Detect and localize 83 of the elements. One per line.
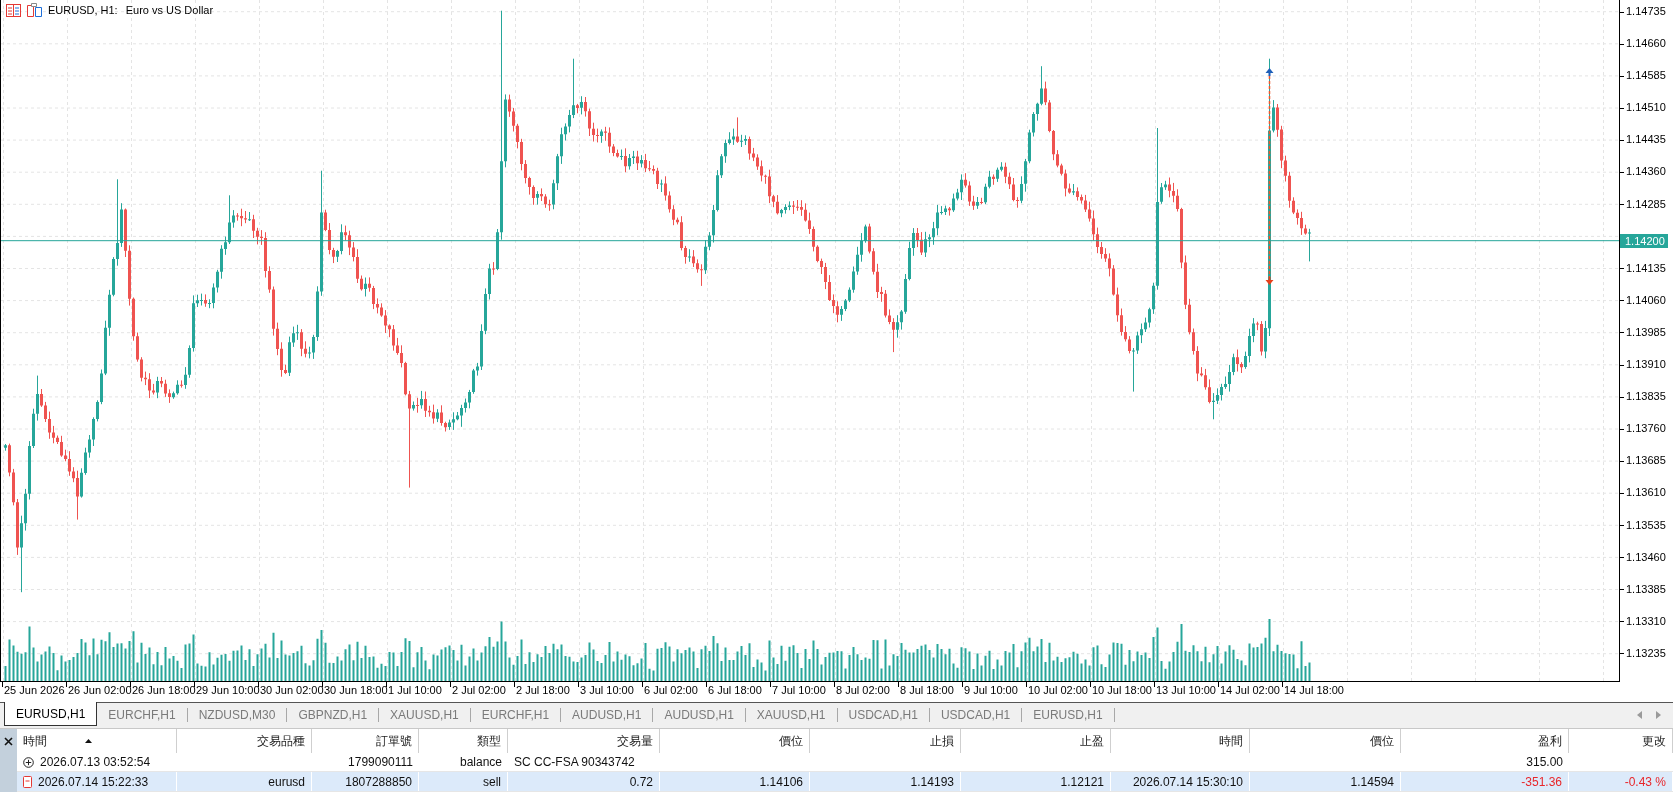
price-label: 1.13760 — [1626, 422, 1666, 436]
chart-tab[interactable]: EURUSD,H1 — [4, 702, 98, 726]
price-label: 1.13460 — [1626, 550, 1666, 564]
time-label: 8 Jul 02:00 — [836, 684, 890, 697]
current-price-tag: 1.14200 — [1620, 233, 1668, 248]
price-label: 1.14285 — [1626, 197, 1666, 211]
time-label: 30 Jun 18:00 — [324, 684, 388, 697]
time-label: 7 Jul 10:00 — [772, 684, 826, 697]
table-cell: balance — [459, 755, 502, 769]
table-cell: 2026.07.13 03:52:54 — [40, 755, 151, 769]
table-cell: 0.72 — [629, 774, 653, 789]
table-cell: sell — [483, 774, 501, 789]
time-label: 8 Jul 18:00 — [900, 684, 954, 697]
chart-tab[interactable]: EURCHF,H1 — [97, 704, 187, 726]
price-label: 1.13535 — [1626, 518, 1666, 532]
chart-tab[interactable]: USDCAD,H1 — [837, 704, 929, 726]
table-cell: 1807288850 — [345, 774, 412, 789]
table-cell: -0.43 % — [1624, 774, 1666, 789]
time-label: 26 Jun 18:00 — [132, 684, 196, 697]
chart-tab[interactable]: USDCAD,H1 — [929, 704, 1022, 726]
table-cell: -351.36 — [1521, 774, 1562, 789]
chart-symbol: EURUSD, H1: — [48, 3, 118, 17]
price-label: 1.14360 — [1626, 165, 1666, 179]
time-label: 6 Jul 02:00 — [644, 684, 698, 697]
time-label: 14 Jul 18:00 — [1284, 684, 1344, 697]
price-label: 1.13235 — [1626, 646, 1666, 660]
time-label: 2 Jul 18:00 — [516, 684, 570, 697]
price-label: 1.14585 — [1626, 69, 1666, 83]
price-label: 1.13685 — [1626, 454, 1666, 468]
scroll-right-icon[interactable] — [1656, 711, 1661, 719]
price-label: 1.14660 — [1626, 37, 1666, 51]
price-label: 1.13310 — [1626, 614, 1666, 628]
document-icon — [23, 775, 32, 788]
chart-tab[interactable]: EURUSD,H1 — [1022, 704, 1114, 726]
table-cell: 1.14594 — [1350, 774, 1394, 789]
price-label: 1.13610 — [1626, 486, 1666, 500]
time-label: 1 Jul 10:00 — [388, 684, 442, 697]
price-label: 1.13910 — [1626, 358, 1666, 372]
price-label: 1.14510 — [1626, 101, 1666, 115]
time-label: 26 Jun 02:00 — [68, 684, 132, 697]
time-label: 29 Jun 10:00 — [196, 684, 260, 697]
time-label: 13 Jul 10:00 — [1156, 684, 1216, 697]
time-label: 3 Jul 10:00 — [580, 684, 634, 697]
close-icon[interactable] — [4, 737, 13, 746]
table-cell: 1799090111 — [348, 755, 413, 769]
scroll-left-icon[interactable] — [1637, 711, 1642, 719]
chart-tab[interactable]: XAUUSD,H1 — [745, 704, 837, 726]
table-icon — [6, 3, 21, 17]
table-cell: 315.00 — [1526, 755, 1563, 769]
chart-tab[interactable]: AUDUSD,H1 — [653, 704, 745, 726]
table-cell: eurusd — [268, 774, 305, 789]
price-label: 1.13385 — [1626, 582, 1666, 596]
table-cell: 2026.07.14 15:30:10 — [1132, 774, 1243, 789]
chart-description: Euro vs US Dollar — [125, 3, 214, 17]
chart-tab[interactable]: EURCHF,H1 — [470, 704, 561, 726]
price-label: 1.14135 — [1626, 261, 1666, 275]
time-label: 14 Jul 02:00 — [1220, 684, 1280, 697]
up-arrow-icon — [1265, 68, 1274, 77]
chart-tab[interactable]: AUDUSD,H1 — [561, 704, 653, 726]
table-cell: 1.12121 — [1060, 774, 1104, 789]
comment-text: SC CC-FSA 90343742 — [514, 755, 635, 769]
price-label: 1.14060 — [1626, 293, 1666, 307]
documents-icon — [27, 3, 42, 17]
plus-circle-icon — [23, 756, 34, 768]
table-row[interactable]: 2026.07.14 15:22:33 eurusd 1807288850 sell 0.72 1.14106 1.14193 1.12121 2026.07.14 15:30:10 1.14594 -351.36 -0.43 % — [17, 772, 1673, 792]
time-label: 9 Jul 10:00 — [964, 684, 1018, 697]
price-label: 1.13835 — [1626, 390, 1666, 404]
time-label: 2 Jul 02:00 — [452, 684, 506, 697]
table-cell: 2026.07.14 15:22:33 — [38, 774, 149, 789]
time-label: 10 Jul 18:00 — [1092, 684, 1152, 697]
time-label: 6 Jul 18:00 — [708, 684, 762, 697]
chart-tab[interactable]: GBPNZD,H1 — [287, 704, 379, 726]
chart-tab[interactable]: NZDUSD,M30 — [187, 704, 287, 726]
price-label: 1.13985 — [1626, 325, 1666, 339]
price-label: 1.14435 — [1626, 133, 1666, 147]
time-label: 30 Jun 02:00 — [260, 684, 324, 697]
price-label: 1.14735 — [1626, 5, 1666, 18]
down-arrow-icon — [1265, 276, 1274, 285]
time-label: 25 Jun 2026 — [4, 684, 65, 697]
time-label: 10 Jul 02:00 — [1028, 684, 1088, 697]
chart-tab[interactable]: XAUUSD,H1 — [379, 704, 470, 726]
table-cell: 1.14193 — [910, 774, 954, 789]
table-cell: 1.14106 — [759, 774, 803, 789]
